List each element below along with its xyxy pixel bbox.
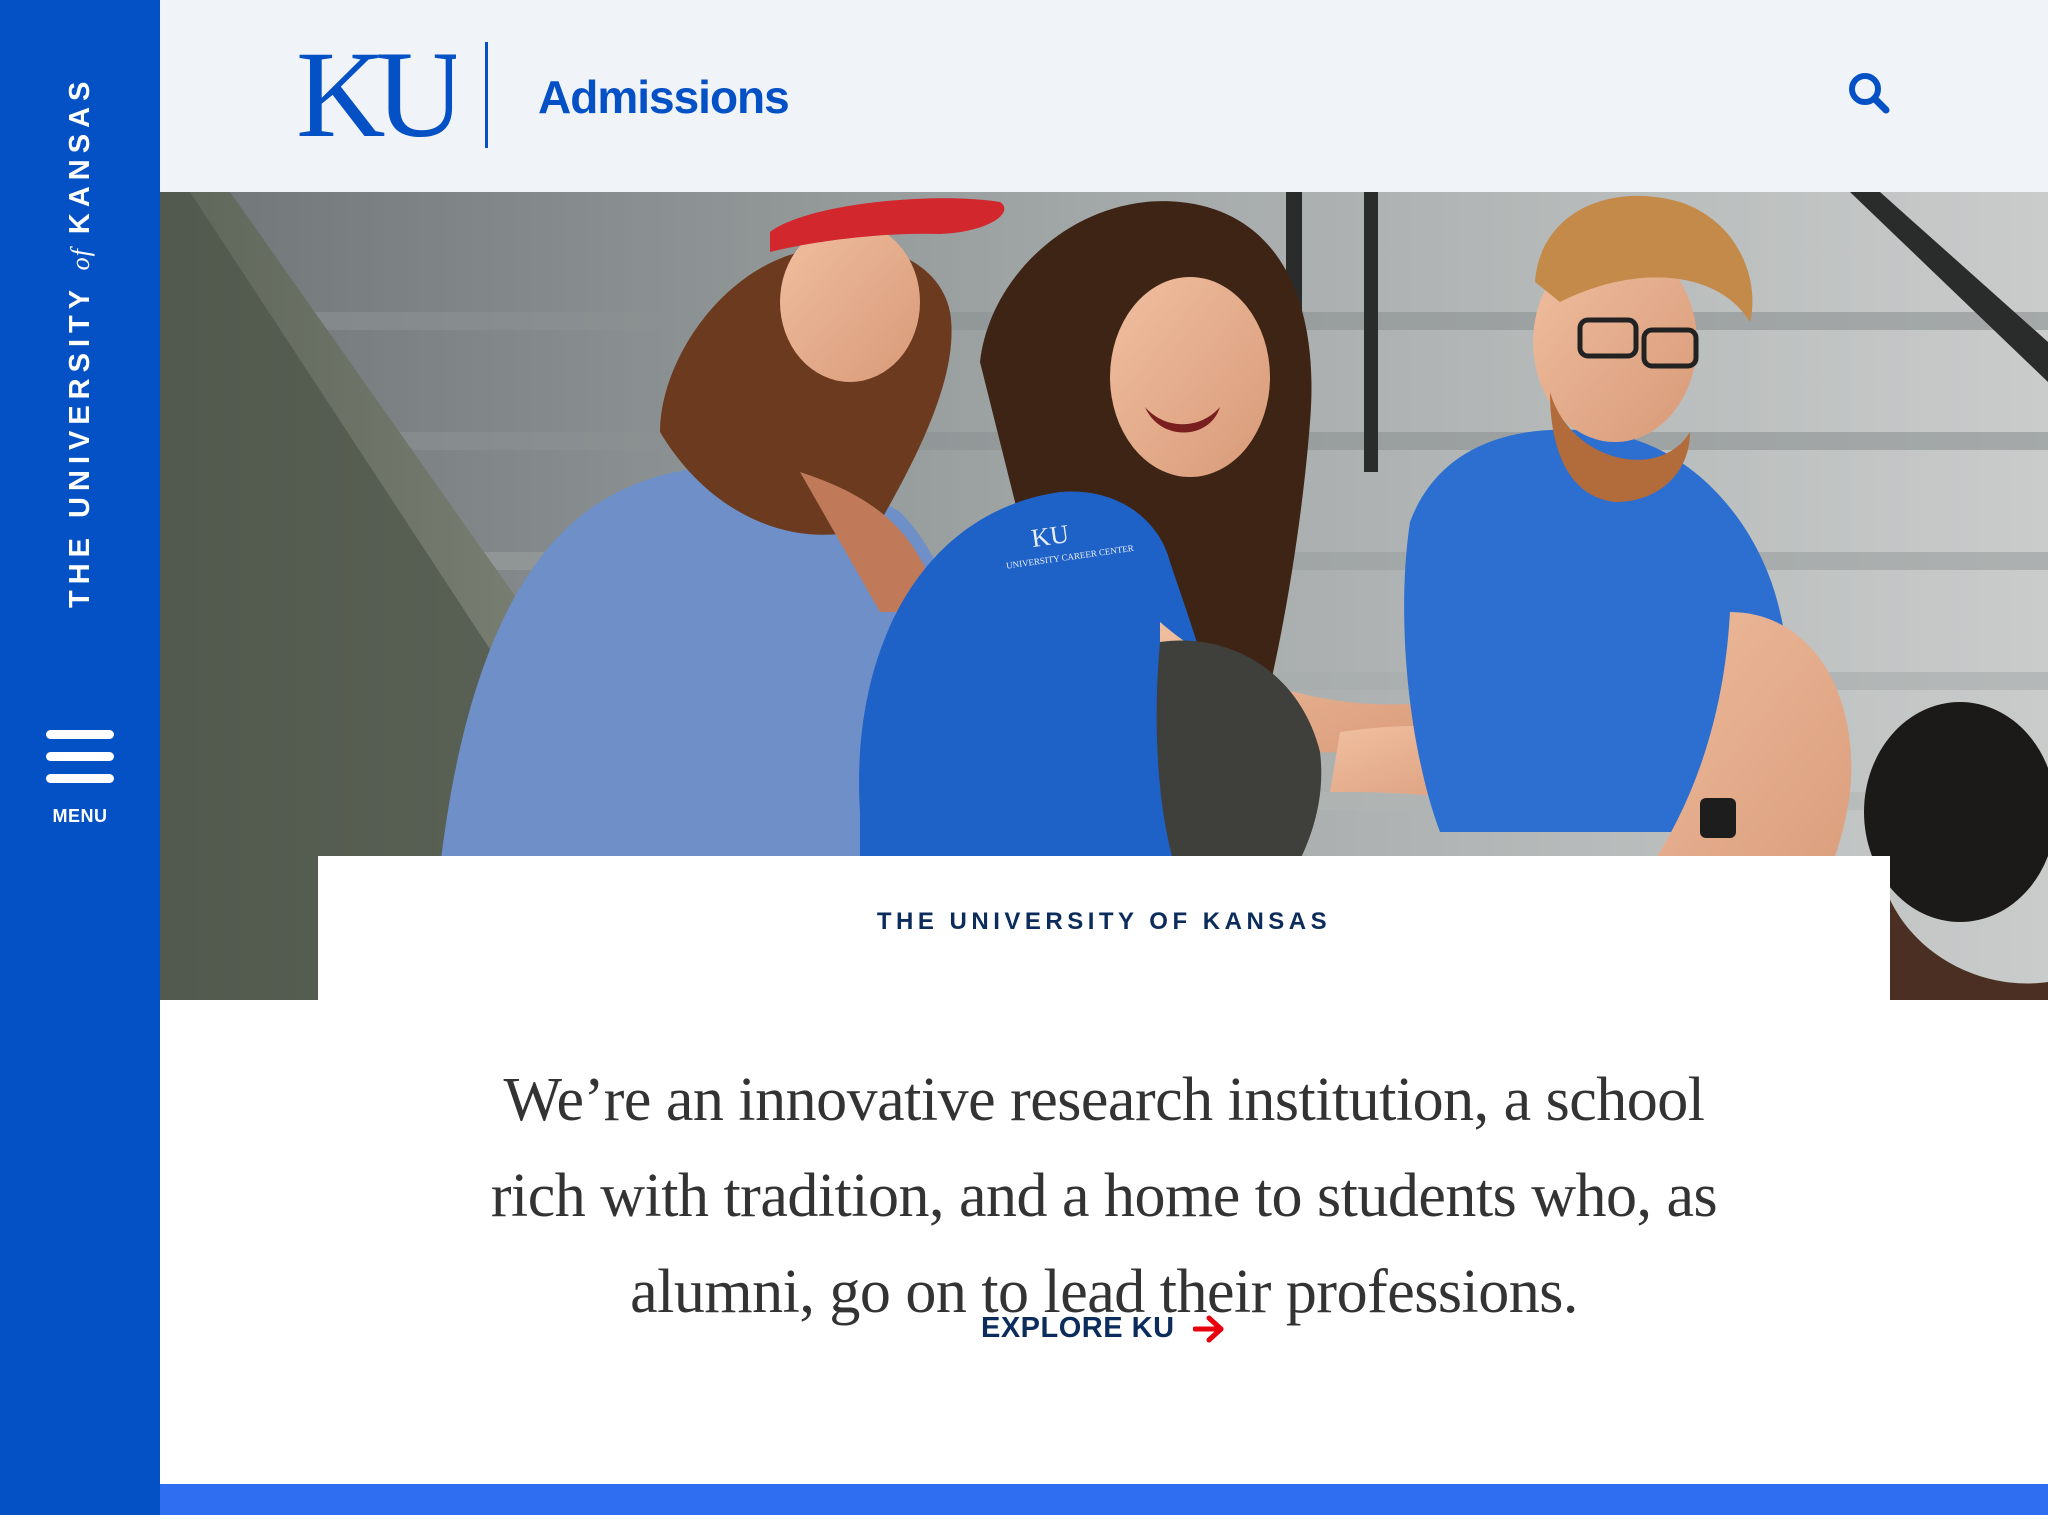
arrow-right-icon [1192,1315,1224,1342]
search-icon [1849,73,1890,114]
intro-card: THE UNIVERSITY OF KANSAS We’re an innova… [318,856,1890,1356]
intro-eyebrow: THE UNIVERSITY OF KANSAS [876,908,1332,935]
menu-label: MENU [52,806,108,826]
wordmark-of: of [66,248,95,271]
shirt-logo-text: KU [1029,519,1070,553]
menu-button[interactable]: MENU [40,724,120,834]
university-wordmark[interactable]: THE UNIVERSITY of KANSAS [64,76,97,608]
search-button[interactable] [1846,70,1892,116]
header-divider [485,42,488,148]
explore-ku-label: EXPLORE KU [981,1312,1175,1344]
site-header: KU Admissions [160,0,2048,192]
ku-logo[interactable]: KU [296,34,456,154]
wordmark-post: KANSAS [64,75,96,235]
wordmark-pre: THE UNIVERSITY [64,284,96,608]
bottom-accent-strip [160,1484,2048,1515]
ku-logo-text: KU [296,34,456,154]
intro-text: We’re an innovative research institution… [490,1066,1718,1326]
explore-ku-link[interactable]: EXPLORE KU [318,1312,1890,1345]
site-title-link[interactable]: Admissions [538,70,790,124]
sidebar: THE UNIVERSITY of KANSAS MENU [0,0,160,1515]
